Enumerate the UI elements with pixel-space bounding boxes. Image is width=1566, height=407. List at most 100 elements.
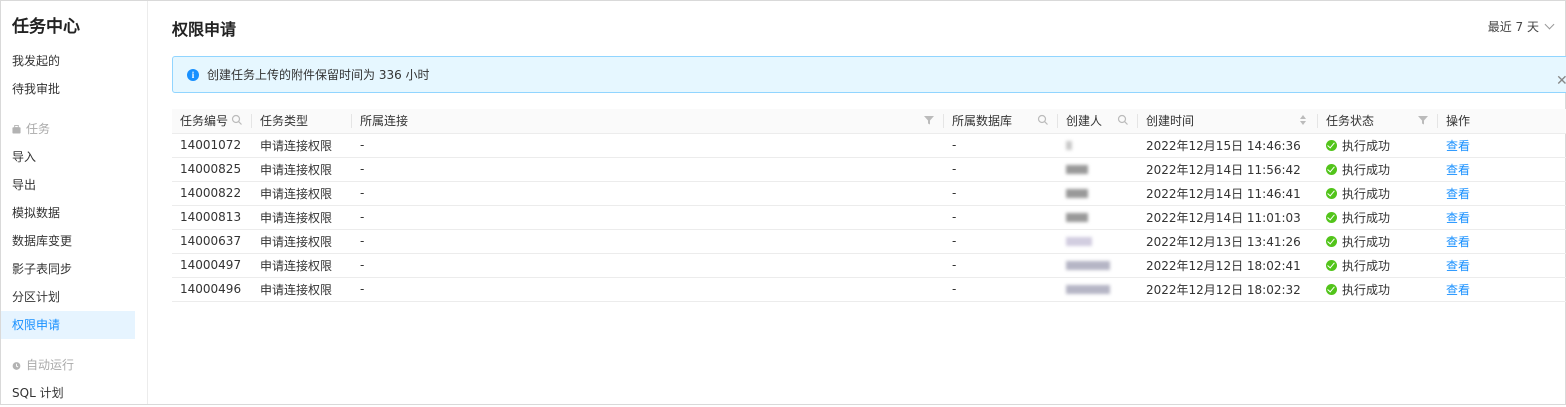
col-task-type-label: 任务类型 — [260, 114, 308, 128]
sidebar-group-auto-label: 自动运行 — [26, 355, 74, 375]
view-link[interactable]: 查看 — [1446, 259, 1470, 273]
view-link[interactable]: 查看 — [1446, 139, 1470, 153]
cell-actions: 查看 — [1438, 277, 1566, 301]
view-link[interactable]: 查看 — [1446, 283, 1470, 297]
redacted-creator — [1066, 141, 1072, 150]
filter-icon[interactable] — [923, 114, 935, 126]
status-label: 执行成功 — [1342, 137, 1390, 154]
cell-database: - — [944, 181, 1058, 205]
chevron-down-icon — [1545, 20, 1555, 30]
col-task-id-label: 任务编号 — [180, 114, 228, 128]
cell-task-type: 申请连接权限 — [252, 205, 352, 229]
sidebar-item-initiated[interactable]: 我发起的 — [1, 47, 135, 75]
sidebar: 任务中心 我发起的 待我审批 任务 导入 导出 模拟数据 数据库变更 影子表同步… — [1, 1, 148, 404]
check-circle-icon — [1326, 284, 1337, 295]
sidebar-item-mock-data[interactable]: 模拟数据 — [1, 199, 135, 227]
cell-creator — [1058, 229, 1138, 253]
sidebar-item-partition-plan[interactable]: 分区计划 — [1, 283, 135, 311]
sidebar-item-import[interactable]: 导入 — [1, 143, 135, 171]
cell-created-time: 2022年12月14日 11:56:42 — [1138, 157, 1318, 181]
table-row: 14000497 申请连接权限 - - 2022年12月12日 18:02:41… — [172, 253, 1566, 277]
cell-status: 执行成功 — [1318, 229, 1438, 253]
check-circle-icon — [1326, 236, 1337, 247]
cell-creator — [1058, 157, 1138, 181]
view-link[interactable]: 查看 — [1446, 163, 1470, 177]
cell-creator — [1058, 205, 1138, 229]
sidebar-item-permission-apply[interactable]: 权限申请 — [1, 311, 135, 339]
sidebar-item-pending-approval[interactable]: 待我审批 — [1, 75, 135, 103]
status-label: 执行成功 — [1342, 233, 1390, 250]
col-creator-label: 创建人 — [1066, 114, 1102, 128]
sort-icon[interactable] — [1297, 114, 1309, 126]
sidebar-item-export[interactable]: 导出 — [1, 171, 135, 199]
cell-connection: - — [352, 229, 944, 253]
col-created-time: 创建时间 — [1138, 109, 1318, 133]
cell-status: 执行成功 — [1318, 181, 1438, 205]
col-status: 任务状态 — [1318, 109, 1438, 133]
table-row: 14000637 申请连接权限 - - 2022年12月13日 13:41:26… — [172, 229, 1566, 253]
cell-connection: - — [352, 253, 944, 277]
main-content: 权限申请 最近 7 天 i 创建任务上传的附件保留时间为 336 小时 ✕ 任务… — [149, 1, 1565, 404]
cell-created-time: 2022年12月12日 18:02:41 — [1138, 253, 1318, 277]
date-range-select[interactable]: 最近 7 天 — [1488, 18, 1553, 35]
cell-status: 执行成功 — [1318, 253, 1438, 277]
sidebar-item-shadow-sync[interactable]: 影子表同步 — [1, 255, 135, 283]
cell-task-id: 14000825 — [172, 157, 252, 181]
check-circle-icon — [1326, 188, 1337, 199]
col-status-label: 任务状态 — [1326, 114, 1374, 128]
status-label: 执行成功 — [1342, 209, 1390, 226]
cell-status: 执行成功 — [1318, 157, 1438, 181]
table-row: 14000813 申请连接权限 - - 2022年12月14日 11:01:03… — [172, 205, 1566, 229]
col-database-label: 所属数据库 — [952, 114, 1012, 128]
sidebar-item-sql-plan[interactable]: SQL 计划 — [1, 379, 135, 407]
col-connection: 所属连接 — [352, 109, 944, 133]
cell-task-id: 14000497 — [172, 253, 252, 277]
cell-connection: - — [352, 133, 944, 157]
search-icon[interactable] — [231, 114, 243, 126]
cell-actions: 查看 — [1438, 181, 1566, 205]
close-icon[interactable]: ✕ — [1556, 73, 1566, 89]
col-actions-label: 操作 — [1446, 114, 1470, 128]
status-label: 执行成功 — [1342, 185, 1390, 202]
table-row: 14000825 申请连接权限 - - 2022年12月14日 11:56:42… — [172, 157, 1566, 181]
cell-database: - — [944, 229, 1058, 253]
cell-database: - — [944, 253, 1058, 277]
check-circle-icon — [1326, 260, 1337, 271]
cell-status: 执行成功 — [1318, 205, 1438, 229]
col-task-id: 任务编号 — [172, 109, 252, 133]
page-title: 权限申请 — [172, 16, 236, 40]
cell-status: 执行成功 — [1318, 277, 1438, 301]
info-icon: i — [187, 69, 199, 81]
sidebar-title: 任务中心 — [12, 12, 80, 37]
search-icon[interactable] — [1037, 114, 1049, 126]
search-icon[interactable] — [1117, 114, 1129, 126]
sidebar-item-db-change[interactable]: 数据库变更 — [1, 227, 135, 255]
info-alert: i 创建任务上传的附件保留时间为 336 小时 — [172, 56, 1566, 93]
timer-icon — [12, 361, 21, 370]
cell-created-time: 2022年12月14日 11:46:41 — [1138, 181, 1318, 205]
view-link[interactable]: 查看 — [1446, 235, 1470, 249]
col-task-type: 任务类型 — [252, 109, 352, 133]
task-table: 任务编号 任务类型 所属连接 所属数据库 创建人 创建时间 任务状态 — [172, 109, 1566, 302]
redacted-creator — [1066, 165, 1088, 174]
cell-task-id: 14000822 — [172, 181, 252, 205]
cell-connection: - — [352, 157, 944, 181]
redacted-creator — [1066, 213, 1088, 222]
cell-connection: - — [352, 277, 944, 301]
redacted-creator — [1066, 237, 1092, 246]
cell-creator — [1058, 133, 1138, 157]
cell-database: - — [944, 205, 1058, 229]
check-circle-icon — [1326, 164, 1337, 175]
cell-database: - — [944, 157, 1058, 181]
filter-icon[interactable] — [1417, 114, 1429, 126]
view-link[interactable]: 查看 — [1446, 211, 1470, 225]
cell-created-time: 2022年12月14日 11:01:03 — [1138, 205, 1318, 229]
col-created-time-label: 创建时间 — [1146, 114, 1194, 128]
cell-actions: 查看 — [1438, 253, 1566, 277]
cell-actions: 查看 — [1438, 157, 1566, 181]
cell-created-time: 2022年12月15日 14:46:36 — [1138, 133, 1318, 157]
cell-task-id: 14000813 — [172, 205, 252, 229]
view-link[interactable]: 查看 — [1446, 187, 1470, 201]
sidebar-group-task-label: 任务 — [26, 119, 50, 139]
cell-task-type: 申请连接权限 — [252, 229, 352, 253]
